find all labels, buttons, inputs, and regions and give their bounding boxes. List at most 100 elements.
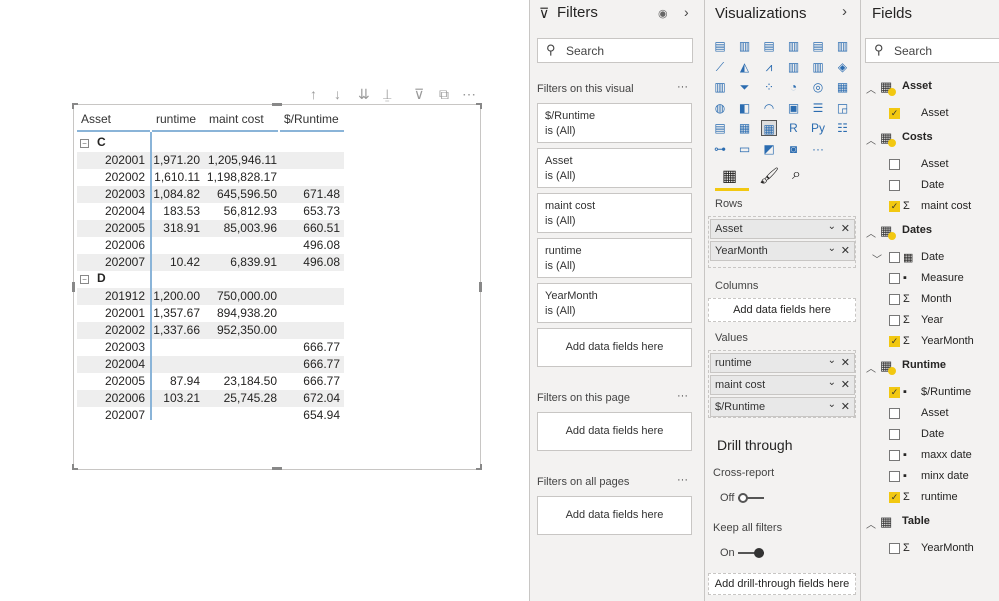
visual-type-icon[interactable]: ⩘: [761, 59, 777, 75]
field-checkbox[interactable]: [889, 294, 900, 305]
visual-type-icon[interactable]: ⟋: [712, 59, 728, 75]
visual-type-icon[interactable]: ▦: [737, 120, 753, 136]
resize-handle-left[interactable]: [72, 282, 75, 292]
eye-icon[interactable]: ◉: [658, 7, 668, 20]
visual-type-icon[interactable]: ◩: [761, 141, 777, 157]
visual-type-icon[interactable]: ◲: [835, 100, 851, 116]
field-item[interactable]: Asset: [921, 107, 949, 119]
visual-type-icon[interactable]: ▥: [786, 59, 802, 75]
visual-type-icon[interactable]: ⊶: [712, 141, 728, 157]
visual-type-icon[interactable]: ▤: [761, 38, 777, 54]
drill-through-add-field[interactable]: Add drill-through fields here: [708, 573, 856, 595]
rows-field-asset[interactable]: Asset ⌄ ✕: [710, 219, 855, 239]
fields-tab-icon[interactable]: ▦: [722, 166, 737, 186]
field-item[interactable]: Date: [921, 179, 944, 191]
cross-report-toggle[interactable]: [738, 493, 764, 503]
visual-type-icon[interactable]: ▣: [786, 100, 802, 116]
resize-handle-right[interactable]: [479, 282, 482, 292]
chevron-down-icon[interactable]: ﹀: [872, 251, 882, 266]
visual-type-icon[interactable]: ◍: [712, 100, 728, 116]
visual-type-icon[interactable]: ···: [810, 141, 826, 157]
visual-type-icon[interactable]: R: [786, 120, 802, 136]
focus-mode-icon[interactable]: ⧉: [439, 86, 449, 103]
resize-handle-bottom[interactable]: [272, 467, 282, 470]
column-header-maint-cost[interactable]: maint cost: [209, 112, 264, 126]
filters-search-input[interactable]: ⚲ Search: [537, 38, 693, 63]
visual-type-icon[interactable]: ▤: [712, 120, 728, 136]
visual-type-icon[interactable]: ⁘: [761, 79, 777, 95]
visual-type-icon[interactable]: Py: [810, 120, 826, 136]
resize-handle-top[interactable]: [272, 103, 282, 106]
field-table-name[interactable]: Dates: [902, 224, 932, 236]
rows-field-yearmonth[interactable]: YearMonth ⌄ ✕: [710, 241, 855, 261]
visual-type-icon[interactable]: ▦: [835, 79, 851, 95]
more-options-icon[interactable]: ···: [677, 390, 688, 402]
field-checkbox[interactable]: [889, 252, 900, 263]
collapse-icon[interactable]: −: [80, 139, 89, 148]
paint-roller-icon[interactable]: 🖌: [759, 166, 779, 186]
field-item[interactable]: maxx date: [921, 449, 972, 461]
visual-type-icon[interactable]: ◙: [786, 141, 802, 157]
field-checkbox[interactable]: ✓: [889, 201, 900, 212]
visual-type-icon[interactable]: ◧: [737, 100, 753, 116]
collapse-chevron-icon[interactable]: ›: [842, 3, 847, 20]
values-field-dollar-per-runtime[interactable]: $/Runtime ⌄ ✕: [710, 397, 855, 417]
field-item[interactable]: Asset: [921, 158, 949, 170]
chevron-up-icon[interactable]: ︿: [866, 81, 876, 96]
visual-type-icon[interactable]: ▥: [737, 38, 753, 54]
visual-type-icon[interactable]: ◈: [835, 59, 851, 75]
field-item[interactable]: Date: [921, 251, 944, 263]
add-visual-filter-field[interactable]: Add data fields here: [537, 328, 692, 367]
more-options-icon[interactable]: ⋯: [462, 86, 476, 103]
chevron-up-icon[interactable]: ︿: [866, 516, 876, 531]
field-checkbox[interactable]: [889, 315, 900, 326]
visual-type-icon[interactable]: ▥: [712, 79, 728, 95]
field-item[interactable]: maint cost: [921, 200, 971, 212]
visual-type-icon[interactable]: ▥: [835, 38, 851, 54]
field-table-name[interactable]: Table: [902, 515, 930, 527]
row-group-header[interactable]: − C: [80, 135, 106, 149]
filter-card[interactable]: Asset is (All): [537, 148, 692, 188]
field-item[interactable]: Measure: [921, 272, 964, 284]
field-item[interactable]: Month: [921, 293, 952, 305]
field-checkbox[interactable]: [889, 471, 900, 482]
values-field-maint-cost[interactable]: maint cost ⌄ ✕: [710, 375, 855, 395]
field-table-name[interactable]: Costs: [902, 131, 933, 143]
field-checkbox[interactable]: [889, 429, 900, 440]
chevron-up-icon[interactable]: ︿: [866, 360, 876, 375]
keep-all-filters-toggle[interactable]: [738, 548, 764, 558]
field-item[interactable]: YearMonth: [921, 542, 974, 554]
collapse-icon[interactable]: −: [80, 275, 89, 284]
field-checkbox[interactable]: ✓: [889, 492, 900, 503]
arrow-down-icon[interactable]: ↓: [334, 86, 341, 102]
field-item[interactable]: Asset: [921, 407, 949, 419]
analytics-magnifier-icon[interactable]: ⌕: [792, 166, 801, 184]
visual-type-icon[interactable]: ▥: [810, 59, 826, 75]
field-checkbox[interactable]: [889, 180, 900, 191]
row-group-header[interactable]: − D: [80, 271, 106, 285]
field-item[interactable]: $/Runtime: [921, 386, 971, 398]
field-checkbox[interactable]: [889, 159, 900, 170]
expand-hierarchy-icon[interactable]: ⍊: [383, 86, 391, 103]
visual-type-icon[interactable]: ▥: [786, 38, 802, 54]
visual-type-icon[interactable]: ☷: [835, 120, 851, 136]
remove-icon[interactable]: ✕: [841, 378, 850, 391]
visual-type-icon[interactable]: ▤: [712, 38, 728, 54]
column-header-asset[interactable]: Asset: [81, 112, 111, 126]
field-table-name[interactable]: Runtime: [902, 359, 946, 371]
remove-icon[interactable]: ✕: [841, 222, 850, 235]
collapse-chevron-icon[interactable]: ›: [684, 4, 689, 20]
field-checkbox[interactable]: [889, 450, 900, 461]
field-item[interactable]: Year: [921, 314, 943, 326]
field-checkbox[interactable]: ✓: [889, 387, 900, 398]
field-item[interactable]: runtime: [921, 491, 958, 503]
chevron-up-icon[interactable]: ︿: [866, 132, 876, 147]
remove-icon[interactable]: ✕: [841, 356, 850, 369]
values-field-runtime[interactable]: runtime ⌄ ✕: [710, 353, 855, 373]
field-table-name[interactable]: Asset: [902, 80, 932, 92]
visual-type-icon[interactable]: ☰: [810, 100, 826, 116]
field-item[interactable]: YearMonth: [921, 335, 974, 347]
double-arrow-down-icon[interactable]: ⇊: [358, 86, 370, 103]
visual-type-icon[interactable]: ▭: [737, 141, 753, 157]
add-page-filter-field[interactable]: Add data fields here: [537, 412, 692, 451]
